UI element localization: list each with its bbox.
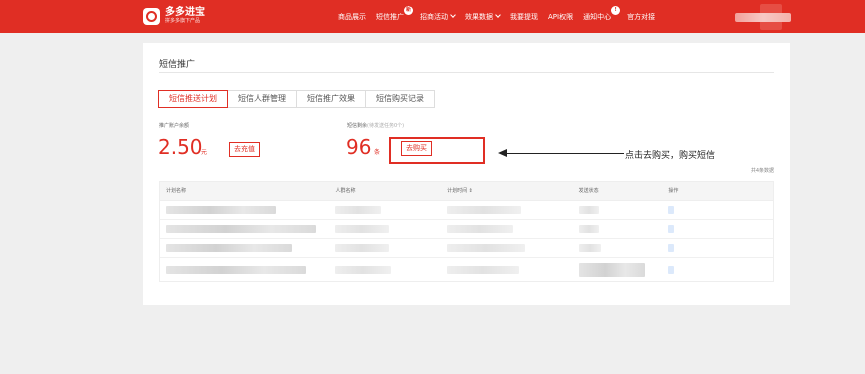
table-header: 计划名称 人群名称 计划时间 ⇕ 发送状态 操作 — [160, 182, 773, 201]
balance-value: 2.50 — [158, 135, 203, 159]
redacted-cell — [578, 206, 599, 214]
redacted-action[interactable] — [668, 206, 675, 214]
table-row[interactable] — [160, 220, 773, 239]
brand-logo-icon[interactable] — [143, 8, 160, 25]
column-header-actions[interactable]: 操作 — [662, 182, 773, 200]
nav-item-sms-promotion[interactable]: 短信推广新 — [376, 5, 413, 22]
nav-item-official[interactable]: 官方对接 — [627, 12, 655, 22]
column-header-send-status[interactable]: 发送状态 — [573, 182, 663, 200]
column-header-plan-time[interactable]: 计划时间 ⇕ — [441, 182, 573, 200]
balance-unit: 元 — [201, 149, 208, 156]
nav-item-merchant-activity[interactable]: 招商活动 — [420, 12, 456, 22]
total-count: 共4条数据 — [750, 168, 774, 174]
redacted-action[interactable] — [668, 265, 675, 274]
redacted-cell — [578, 262, 645, 277]
redacted-cell — [335, 265, 392, 274]
top-navbar: 多多进宝 拼多多旗下产品 商品展示 短信推广新 招商活动 效果数据 我要提现 A… — [0, 0, 865, 33]
nav-label: 短信推广 — [376, 12, 404, 21]
redacted-action[interactable] — [668, 225, 675, 233]
divider — [159, 72, 774, 73]
tab-crowd-management[interactable]: 短信人群管理 — [227, 90, 297, 108]
arrow-line — [506, 153, 624, 154]
plans-table: 计划名称 人群名称 计划时间 ⇕ 发送状态 操作 — [159, 181, 774, 282]
column-header-crowd-name[interactable]: 人群名称 — [329, 182, 441, 200]
sms-remaining-label: 短信剩余(待发送任务0个) — [347, 122, 404, 129]
sms-remaining-unit: 条 — [374, 149, 381, 156]
chevron-down-icon — [450, 12, 456, 18]
nav-item-products[interactable]: 商品展示 — [338, 12, 366, 22]
brand-subtitle: 拼多多旗下产品 — [165, 18, 201, 24]
page-title: 短信推广 — [159, 60, 196, 70]
nav-label: 效果数据 — [465, 12, 493, 21]
tab-promotion-effect[interactable]: 短信推广效果 — [296, 90, 366, 108]
chevron-down-icon — [495, 12, 501, 18]
recharge-button[interactable]: 去充值 — [229, 142, 260, 157]
sms-label-text: 短信剩余 — [347, 123, 368, 129]
redacted-cell — [447, 206, 522, 214]
redacted-cell — [166, 265, 306, 274]
redacted-cell — [447, 225, 514, 233]
balance-label: 推广账户余额 — [159, 123, 190, 129]
brand[interactable]: 多多进宝 拼多多旗下产品 — [165, 7, 205, 25]
redacted-cell — [578, 244, 601, 252]
nav-item-withdraw[interactable]: 我要提现 — [510, 12, 538, 22]
redacted-cell — [447, 265, 520, 274]
tab-purchase-records[interactable]: 短信购买记录 — [365, 90, 435, 108]
redacted-cell — [166, 206, 276, 214]
nav-item-api[interactable]: API权限 — [548, 12, 573, 22]
annotation-text: 点击去购买，购买短信 — [625, 151, 716, 161]
redacted-cell — [166, 225, 316, 233]
redacted-cell — [335, 206, 382, 214]
nav-label: 我要提现 — [510, 12, 538, 21]
nav-item-notifications[interactable]: 通知中心! — [583, 5, 621, 22]
alert-badge: ! — [611, 5, 621, 15]
redacted-cell — [447, 244, 526, 252]
column-header-plan-name[interactable]: 计划名称 — [160, 182, 329, 200]
tab-push-plan[interactable]: 短信推送计划 — [158, 90, 228, 108]
sms-label-note: (待发送任务0个) — [367, 123, 405, 129]
nav-item-effect-data[interactable]: 效果数据 — [465, 12, 501, 22]
nav-label: 官方对接 — [627, 12, 656, 21]
redacted-cell — [578, 225, 599, 233]
table-row[interactable] — [160, 258, 773, 281]
redacted-cell — [166, 244, 292, 252]
new-badge: 新 — [404, 5, 413, 15]
nav-label: API权限 — [548, 12, 574, 21]
table-row[interactable] — [160, 201, 773, 220]
redacted-action[interactable] — [668, 244, 675, 252]
nav-label: 商品展示 — [338, 12, 366, 21]
main-nav: 商品展示 短信推广新 招商活动 效果数据 我要提现 API权限 通知中心! 官方… — [338, 0, 665, 33]
brand-name: 多多进宝 — [165, 7, 205, 18]
nav-label: 招商活动 — [420, 12, 448, 21]
redacted-cell — [335, 244, 390, 252]
tab-bar: 短信推送计划 短信人群管理 短信推广效果 短信购买记录 — [158, 90, 435, 108]
highlight-box — [389, 137, 485, 164]
user-account[interactable] — [735, 13, 791, 22]
redacted-cell — [335, 225, 390, 233]
sms-remaining-value: 96 — [346, 135, 372, 159]
table-row[interactable] — [160, 239, 773, 258]
nav-label: 通知中心 — [583, 12, 612, 21]
main-card: 短信推广 短信推送计划 短信人群管理 短信推广效果 短信购买记录 推广账户余额 … — [143, 43, 790, 305]
